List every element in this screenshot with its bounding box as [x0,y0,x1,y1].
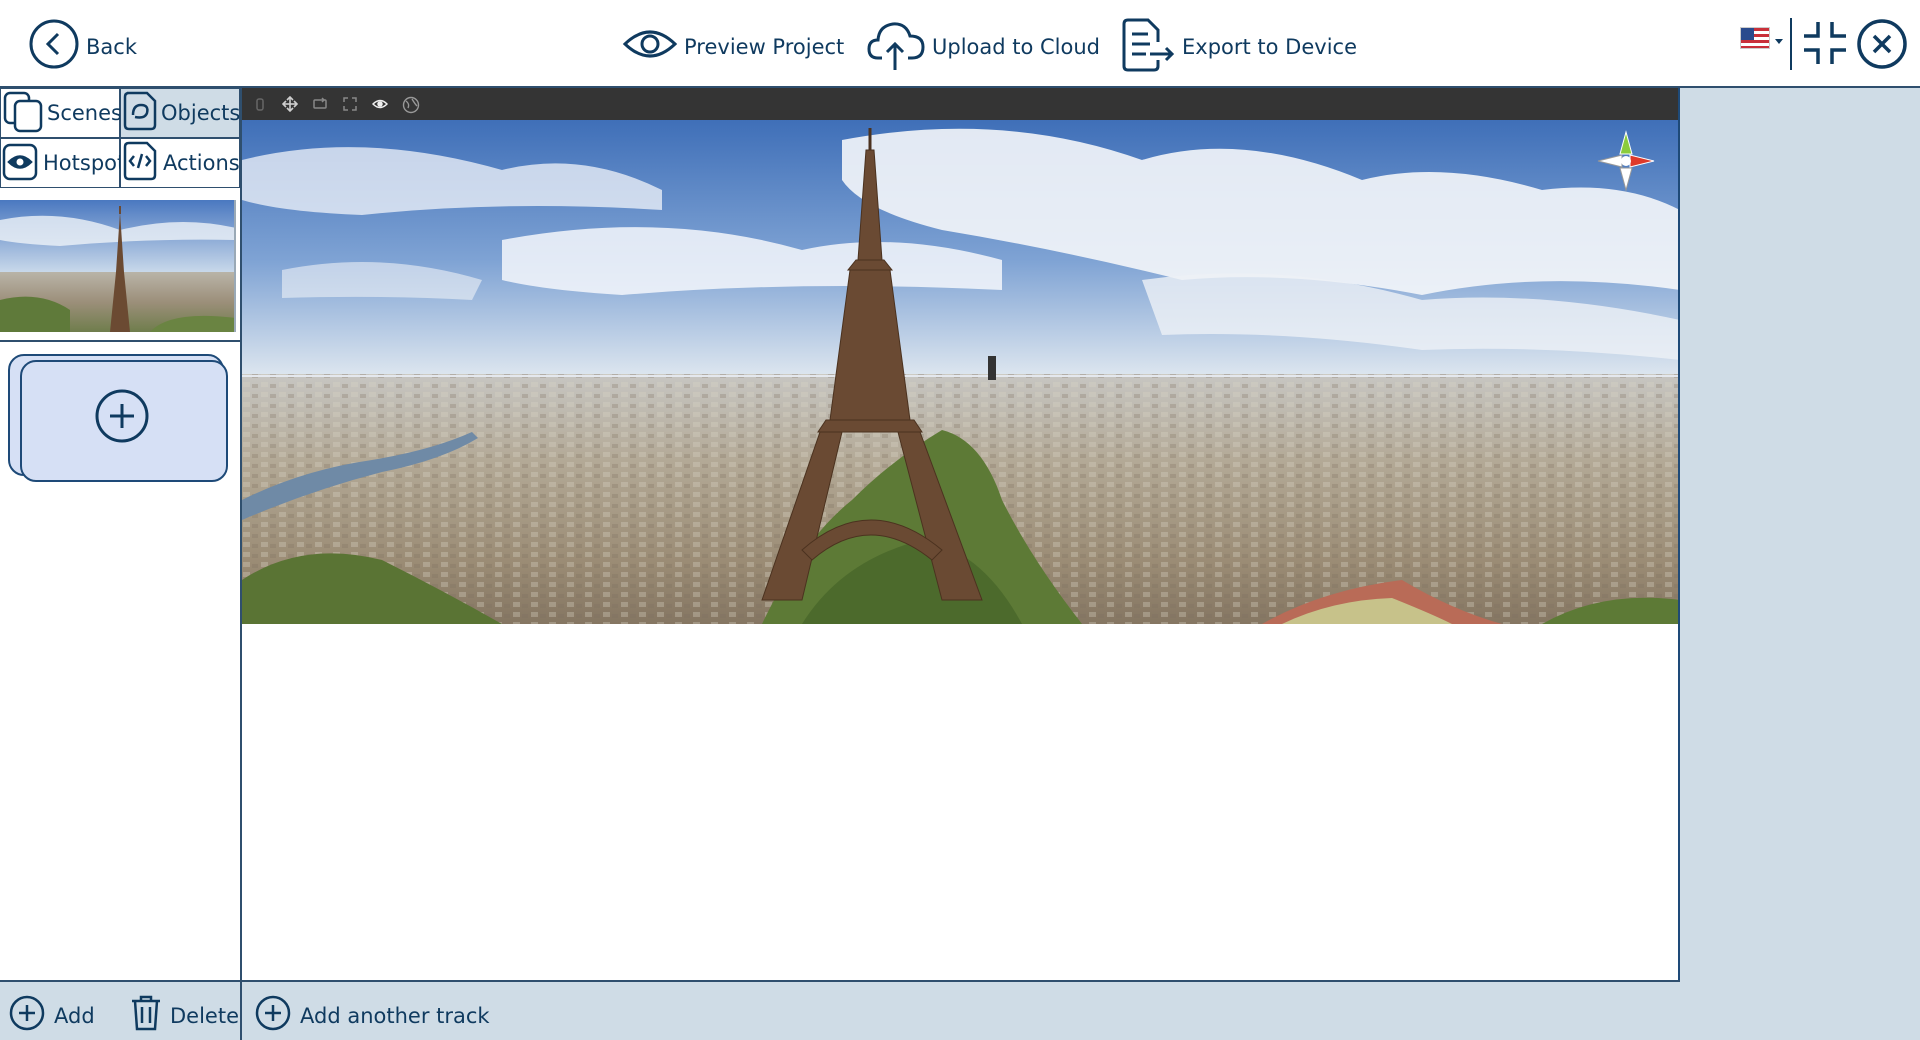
preview-label: Preview Project [684,34,845,59]
rotate-icon[interactable] [312,96,328,112]
eye-icon [1,139,41,188]
language-selector[interactable] [1740,26,1784,50]
divider [240,980,242,1040]
plus-circle-icon [254,994,292,1037]
collapse-icon [1800,18,1850,73]
add-track-label: Add another track [300,1003,490,1028]
left-panel: Scenes Objects Hotspot Actions [0,88,242,980]
export-document-icon [1120,16,1176,77]
us-flag-icon [1740,27,1770,49]
back-label: Back [86,34,137,59]
globe-icon[interactable] [402,96,420,114]
tab-scenes-label: Scenes [47,101,122,125]
upload-label: Upload to Cloud [932,34,1100,59]
add-scene-card[interactable] [8,354,228,482]
tab-hotspot-label: Hotspot [43,151,126,175]
tab-objects-label: Objects [161,101,241,125]
code-icon [121,139,161,188]
eye-icon [622,24,678,69]
top-bar: Back Preview Project Upload to Cloud Exp… [0,0,1920,88]
tab-objects[interactable]: Objects [120,88,240,138]
close-icon [1856,18,1908,75]
bottom-bar: Add Delete Add another track [0,980,1680,1040]
preview-project-button[interactable]: Preview Project [622,24,844,69]
delete-button[interactable]: Delete [130,994,239,1037]
add-label: Add [54,1003,95,1028]
dropdown-arrow-icon [1774,26,1784,50]
scene-thumbnail[interactable] [0,200,236,332]
close-button[interactable] [1856,18,1908,75]
move-icon[interactable] [281,95,299,113]
divider [0,340,240,342]
tab-scenes[interactable]: Scenes [0,88,122,138]
hand-icon[interactable] [252,96,268,112]
back-button[interactable]: Back [28,18,137,75]
timeline-area [242,624,1678,980]
divider [1790,18,1792,70]
export-label: Export to Device [1182,34,1357,59]
cloud-upload-icon [866,16,926,77]
scale-icon[interactable] [342,96,358,112]
viewer-toolbar [242,88,1680,120]
add-button[interactable]: Add [8,994,95,1037]
scenes-icon [1,89,45,138]
delete-label: Delete [170,1003,239,1028]
upload-cloud-button[interactable]: Upload to Cloud [866,16,1100,77]
eye-icon[interactable] [371,96,389,112]
objects-icon [121,89,159,138]
compass-gizmo[interactable] [1594,126,1658,200]
plus-circle-icon [8,994,46,1037]
chevron-left-circle-icon [28,18,80,75]
plus-circle-icon [94,388,150,448]
add-track-button[interactable]: Add another track [254,994,490,1037]
panorama-viewport[interactable] [242,120,1680,624]
export-device-button[interactable]: Export to Device [1120,16,1357,77]
trash-icon [130,994,162,1037]
exit-fullscreen-button[interactable] [1800,18,1850,73]
tab-hotspot[interactable]: Hotspot [0,138,125,188]
tab-actions-label: Actions [163,151,240,175]
tab-actions[interactable]: Actions [120,138,240,188]
right-panel [1680,88,1920,1040]
